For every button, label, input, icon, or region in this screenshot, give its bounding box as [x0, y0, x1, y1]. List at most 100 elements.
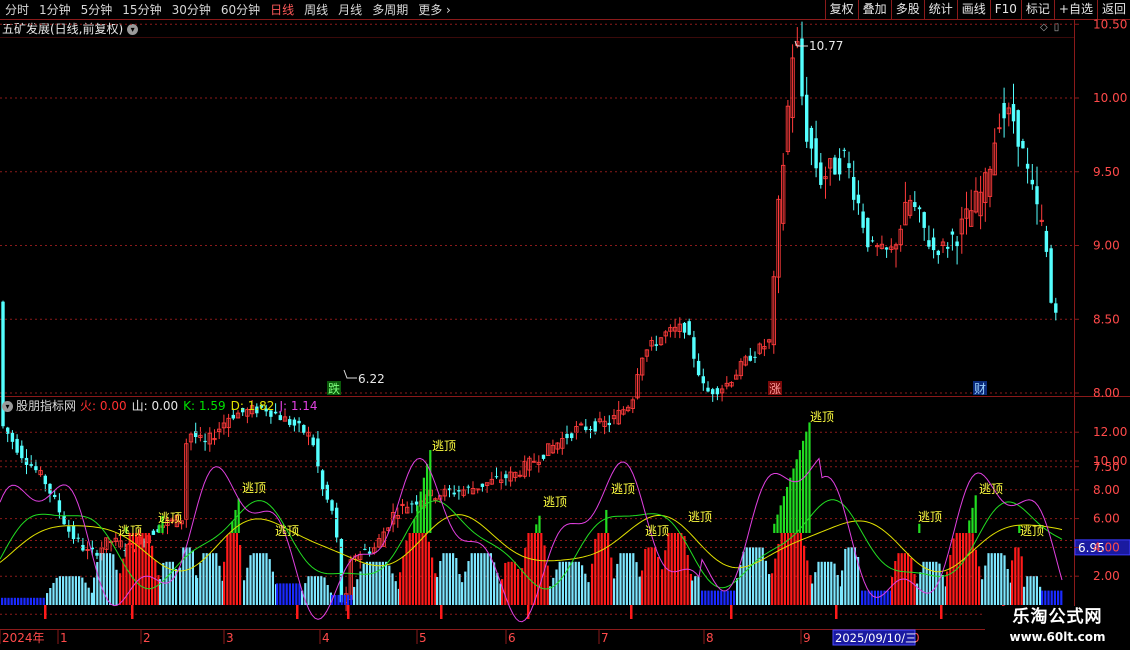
indicator-green-bar	[429, 450, 432, 533]
low-pointer	[343, 369, 357, 379]
indicator-bar	[262, 553, 265, 605]
indicator-bar	[36, 597, 39, 605]
escape-top-label: 逃顶	[242, 481, 266, 495]
indicator-bar	[844, 548, 847, 605]
candle-body	[151, 530, 156, 535]
indicator-bar	[729, 590, 732, 605]
escape-top-label: 逃顶	[118, 524, 142, 538]
indicator-bar	[958, 533, 961, 605]
indicator-bar	[229, 533, 232, 605]
indicator-bar	[212, 553, 215, 605]
indicator-bar	[99, 553, 102, 605]
indicator-bar	[814, 572, 817, 605]
indicator-bar	[259, 553, 262, 605]
indicator-bar	[391, 573, 394, 605]
indicator-bar	[549, 586, 552, 605]
candle-body	[809, 127, 814, 149]
indicator-bar	[850, 547, 853, 605]
indicator-bar	[984, 565, 987, 605]
indicator-green-bar	[795, 459, 798, 533]
indicator-bar	[661, 569, 664, 605]
indicator-bar	[292, 583, 295, 605]
indicator-bar	[29, 597, 32, 605]
indicator-green-bar	[798, 450, 801, 533]
indicator-bar	[405, 540, 408, 605]
indicator-bar	[4, 597, 7, 605]
indicator-bar	[603, 533, 606, 605]
indicator-bar	[748, 547, 751, 605]
indicator-bar	[701, 590, 704, 605]
candle-body	[302, 425, 306, 433]
indicator-bar	[202, 553, 205, 605]
indicator-bar	[144, 533, 147, 605]
chevron-down-icon[interactable]: ▾	[2, 400, 13, 412]
price-tick-label: 9.00	[1093, 239, 1120, 253]
indicator-bar	[752, 547, 755, 605]
indicator-bar	[677, 533, 680, 605]
indicator-bar	[369, 561, 372, 605]
indicator-bar	[255, 553, 258, 605]
candle-body	[363, 548, 367, 550]
indicator-bar	[353, 586, 356, 605]
indicator-bar	[81, 577, 84, 605]
indicator-bar	[1006, 568, 1009, 605]
escape-top-label: 逃顶	[979, 482, 1003, 496]
indicator-bar	[1057, 590, 1060, 605]
escape-top-label: 逃顶	[275, 524, 299, 538]
indicator-bar	[841, 570, 844, 605]
candle-body	[842, 149, 846, 151]
chart-canvas[interactable]: 10.5010.009.509.008.508.007.506.506.95 1…	[0, 0, 1130, 650]
date-label: 4	[322, 631, 330, 645]
indicator-bar	[565, 561, 568, 605]
indicator-bar	[1041, 590, 1044, 605]
indicator-bar	[932, 561, 935, 605]
indicator-bar	[249, 555, 252, 605]
indicator-bar	[540, 533, 543, 605]
candle-body	[593, 421, 597, 432]
indicator-bar	[768, 574, 771, 605]
indicator-value-1: 山: 0.00	[131, 399, 179, 413]
candle-body	[494, 476, 499, 478]
indicator-bar	[691, 580, 694, 605]
price-tick-label: 10.50	[1093, 17, 1127, 31]
indicator-bar	[109, 553, 112, 605]
indicator-bar	[279, 583, 282, 605]
candle-body	[1035, 186, 1039, 205]
price-tick-label: 10.00	[1093, 91, 1127, 105]
candle-body	[861, 211, 865, 228]
indicator-bar	[928, 561, 931, 605]
indicator-bar	[334, 594, 337, 605]
candle-body	[588, 428, 593, 430]
candle-body	[1021, 141, 1025, 149]
indicator-bar	[445, 553, 448, 605]
indicator-bar	[265, 553, 268, 605]
indicator-bar	[115, 569, 118, 605]
indicator-bar	[745, 547, 748, 605]
indicator-bar	[886, 590, 889, 605]
indicator-bar	[131, 533, 134, 605]
indicator-green-bar	[786, 486, 789, 533]
indicator-bar	[949, 554, 952, 605]
indicator-bar	[543, 545, 546, 605]
indicator-bar	[817, 561, 820, 605]
indicator-header: ▾ 股朋指标网 火: 0.00 山: 0.00 K: 1.59 D: 1.82 J: 1…	[2, 398, 323, 414]
indicator-bar	[771, 573, 774, 605]
indicator-bar	[439, 561, 442, 605]
indicator-bar	[74, 576, 77, 605]
indicator-bar	[581, 565, 584, 605]
date-label: 2	[143, 631, 151, 645]
indicator-bar	[359, 571, 362, 605]
candle-body	[292, 419, 297, 426]
indicator-green-bar	[773, 523, 776, 533]
indicator-green-bar	[605, 509, 608, 533]
candle-body	[288, 419, 292, 425]
candle-body	[866, 217, 870, 248]
indicator-bar	[436, 577, 439, 605]
price-tick-label: 8.00	[1093, 386, 1120, 400]
candle-body	[753, 356, 757, 358]
indicator-bar	[343, 594, 346, 605]
indicator-bar	[62, 576, 65, 605]
candle-body	[1002, 102, 1006, 119]
indicator-bar	[23, 597, 26, 605]
candle-body	[325, 484, 329, 500]
